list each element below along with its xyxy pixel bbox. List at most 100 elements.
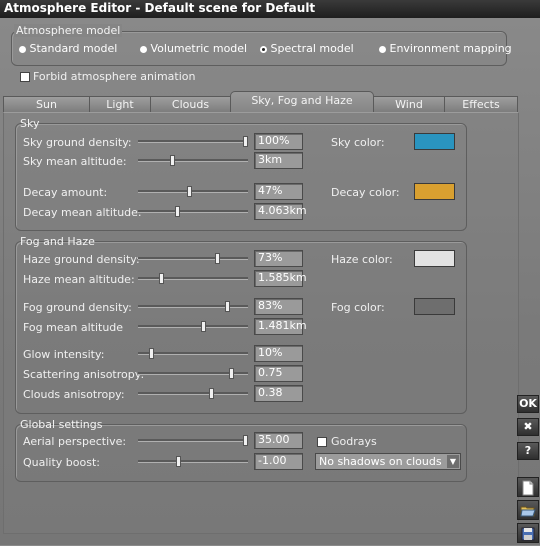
slider-thumb[interactable]: [169, 155, 175, 166]
radio-spectral-model[interactable]: Spectral model: [260, 42, 354, 55]
tab-effects[interactable]: Effects: [444, 96, 518, 112]
glow-intensity-slider[interactable]: [138, 352, 248, 355]
quality-boost-slider[interactable]: [138, 460, 248, 463]
fog-ground-density-slider[interactable]: [138, 305, 248, 308]
ok-button[interactable]: OK: [517, 395, 539, 413]
godrays-label: Godrays: [331, 435, 377, 448]
tab-light[interactable]: Light: [89, 96, 151, 112]
sky-mean-altitude-label: Sky mean altitude:: [23, 155, 127, 168]
help-icon: ?: [524, 444, 532, 457]
sky-ground-density-label: Sky ground density:: [23, 136, 132, 149]
new-document-button[interactable]: [517, 477, 539, 497]
glow-intensity-value[interactable]: 10%: [254, 345, 303, 362]
sky-mean-altitude-value[interactable]: 3km: [254, 152, 303, 169]
slider-thumb[interactable]: [201, 321, 206, 332]
open-folder-icon: [520, 506, 536, 517]
radio-volumetric-model[interactable]: Volumetric model: [140, 42, 247, 55]
aerial-perspective-value[interactable]: 35.00: [254, 432, 303, 449]
sky-color-label: Sky color:: [331, 136, 385, 149]
fog-mean-altitude-slider[interactable]: [138, 325, 248, 328]
tab-bar: Sun Light Clouds Sky, Fog and Haze Wind …: [3, 91, 518, 112]
slider-thumb[interactable]: [148, 348, 154, 359]
scattering-anisotropy-label: Scattering anisotropy:: [23, 368, 145, 381]
chevron-down-icon[interactable]: ▼: [447, 455, 459, 468]
radio-label: Standard model: [29, 42, 118, 55]
aerial-perspective-label: Aerial perspective:: [23, 435, 127, 448]
decay-mean-altitude-slider[interactable]: [138, 210, 248, 213]
clouds-anisotropy-value[interactable]: 0.38: [254, 385, 303, 402]
fog-color-label: Fog color:: [331, 301, 385, 314]
decay-mean-altitude-value[interactable]: 4.063km: [254, 203, 307, 220]
fog-ground-density-value[interactable]: 83%: [254, 298, 303, 315]
aerial-perspective-slider[interactable]: [138, 439, 248, 442]
tab-sky-fog-haze[interactable]: Sky, Fog and Haze: [230, 91, 374, 112]
slider-thumb[interactable]: [174, 206, 180, 217]
shadows-dropdown-value: No shadows on clouds: [319, 455, 442, 468]
slider-thumb[interactable]: [187, 186, 193, 197]
haze-mean-altitude-value[interactable]: 1.585km: [254, 270, 307, 287]
glow-intensity-label: Glow intensity:: [23, 348, 105, 361]
window-title: Atmosphere Editor - Default scene for De…: [4, 1, 316, 15]
decay-color-label: Decay color:: [331, 186, 400, 199]
fog-mean-altitude-label: Fog mean altitude: [23, 321, 124, 334]
slider-thumb[interactable]: [175, 456, 181, 467]
slider-thumb[interactable]: [225, 301, 231, 312]
clouds-anisotropy-label: Clouds anisotropy:: [23, 388, 125, 401]
scattering-anisotropy-value[interactable]: 0.75: [254, 365, 303, 382]
slider-thumb[interactable]: [209, 388, 215, 399]
radio-standard-model[interactable]: Standard model: [19, 42, 117, 55]
shadows-dropdown[interactable]: No shadows on clouds ▼: [315, 453, 461, 470]
radio-label: Environment mapping: [389, 42, 512, 55]
fog-ground-density-label: Fog ground density:: [23, 301, 132, 314]
open-folder-button[interactable]: [517, 500, 539, 520]
radio-environment-mapping[interactable]: Environment mapping: [379, 42, 512, 55]
help-button[interactable]: ?: [517, 442, 539, 460]
save-button[interactable]: [517, 523, 539, 543]
sky-ground-density-value[interactable]: 100%: [254, 133, 303, 150]
clouds-anisotropy-slider[interactable]: [138, 392, 248, 395]
haze-color-label: Haze color:: [331, 253, 393, 266]
slider-thumb[interactable]: [159, 273, 164, 284]
decay-amount-slider[interactable]: [138, 190, 248, 193]
radio-indicator: [379, 45, 386, 53]
radio-indicator: [19, 45, 26, 53]
sky-mean-altitude-slider[interactable]: [138, 159, 248, 162]
slider-thumb[interactable]: [243, 136, 248, 147]
tab-clouds[interactable]: Clouds: [150, 96, 231, 112]
fog-mean-altitude-value[interactable]: 1.481km: [254, 318, 307, 335]
decay-amount-value[interactable]: 47%: [254, 183, 303, 200]
decay-amount-label: Decay amount:: [23, 186, 108, 199]
godrays-checkbox[interactable]: [317, 437, 327, 447]
sky-ground-density-slider[interactable]: [138, 140, 248, 143]
sky-color-swatch[interactable]: [414, 133, 455, 150]
haze-ground-density-slider[interactable]: [138, 257, 248, 260]
close-icon: ✖: [523, 420, 533, 433]
sky-group-title: Sky: [20, 117, 40, 130]
fog-haze-group-title: Fog and Haze: [20, 235, 95, 248]
fog-color-swatch[interactable]: [414, 298, 455, 315]
haze-mean-altitude-label: Haze mean altitude:: [23, 273, 135, 286]
title-bar: Atmosphere Editor - Default scene for De…: [0, 0, 540, 18]
haze-ground-density-label: Haze ground density:: [23, 253, 140, 266]
radio-label: Spectral model: [270, 42, 354, 55]
quality-boost-value[interactable]: -1.00: [254, 453, 303, 470]
haze-mean-altitude-slider[interactable]: [138, 277, 248, 280]
forbid-animation-checkbox[interactable]: [20, 72, 30, 82]
quality-boost-label: Quality boost:: [23, 456, 100, 469]
radio-label: Volumetric model: [150, 42, 248, 55]
radio-indicator: [140, 45, 147, 53]
decay-color-swatch[interactable]: [414, 183, 455, 200]
slider-thumb[interactable]: [243, 435, 248, 446]
atmosphere-model-label: Atmosphere model: [14, 24, 123, 37]
haze-color-swatch[interactable]: [414, 250, 455, 267]
slider-thumb[interactable]: [229, 368, 235, 379]
global-settings-title: Global settings: [20, 418, 103, 431]
slider-thumb[interactable]: [214, 253, 220, 264]
save-disk-icon: [521, 527, 535, 541]
haze-ground-density-value[interactable]: 73%: [254, 250, 303, 267]
cancel-button[interactable]: ✖: [517, 418, 539, 436]
tab-wind[interactable]: Wind: [373, 96, 445, 112]
radio-indicator-selected: [260, 45, 267, 53]
forbid-animation-label: Forbid atmosphere animation: [33, 70, 196, 83]
tab-sun[interactable]: Sun: [3, 96, 90, 112]
